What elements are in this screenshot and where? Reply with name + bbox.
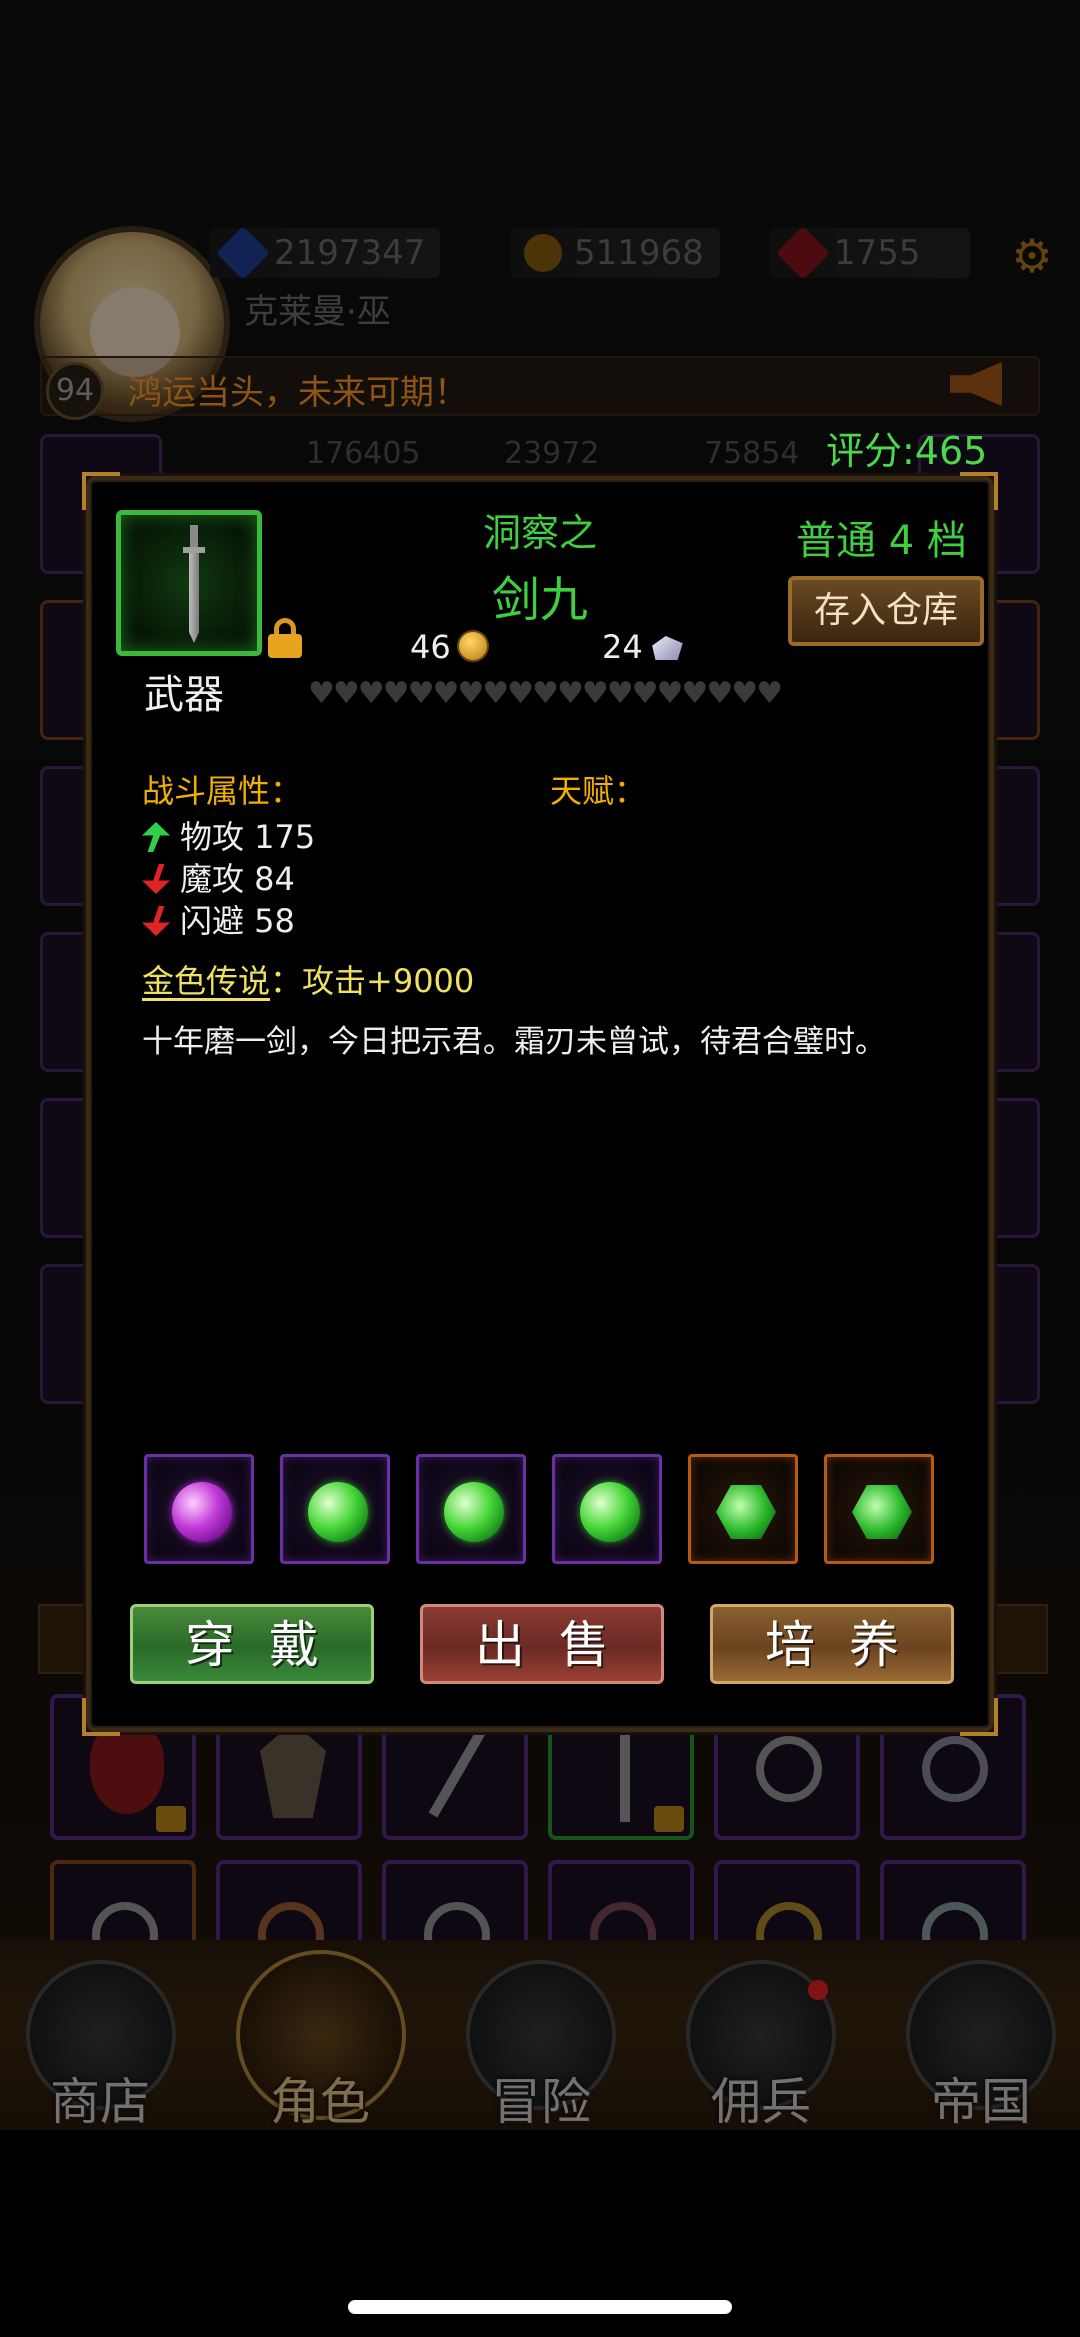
nav-mercenary-label: 佣兵 bbox=[711, 2073, 811, 2131]
emblem-icon bbox=[90, 1724, 164, 1814]
ring-icon bbox=[922, 1736, 988, 1802]
red-gem-icon bbox=[776, 226, 830, 280]
arrow-down-icon bbox=[142, 906, 170, 936]
nav-adventure-label: 冒险 bbox=[491, 2073, 591, 2131]
stat-value: 176405 bbox=[306, 436, 421, 471]
ore-cost: 24 bbox=[602, 628, 683, 666]
gem-slot[interactable] bbox=[280, 1454, 390, 1564]
currency-blue-gem[interactable]: 2197347 bbox=[210, 226, 440, 280]
heart-icons: ♥♥♥♥♥♥♥♥♥♥♥♥♥♥♥♥♥♥♥ bbox=[308, 676, 783, 711]
home-indicator[interactable] bbox=[348, 2300, 732, 2314]
ore-icon bbox=[652, 636, 683, 660]
stat-value: 23972 bbox=[504, 436, 600, 471]
notification-dot bbox=[808, 1980, 828, 2000]
item-detail-dialog: 武器 洞察之 剑九 普通 4 档 存入仓库 46 24 ♥♥♥♥♥♥♥♥♥♥♥♥… bbox=[82, 472, 998, 1736]
green-gem-icon bbox=[308, 1482, 368, 1542]
green-hex-gem-icon bbox=[716, 1485, 776, 1539]
stat-label: 物攻 175 bbox=[180, 818, 316, 856]
gem-slot[interactable] bbox=[552, 1454, 662, 1564]
item-prefix: 洞察之 bbox=[482, 511, 597, 555]
arrow-up-icon bbox=[142, 822, 170, 852]
nav-shop-label: 商店 bbox=[50, 2073, 150, 2131]
arrow-down-icon bbox=[142, 864, 170, 894]
gear-icon[interactable]: ⚙ bbox=[1008, 232, 1056, 280]
legend-title-link[interactable]: 金色传说 bbox=[142, 962, 270, 1000]
score-text: 评分:465 bbox=[826, 429, 988, 473]
gem-slot[interactable] bbox=[416, 1454, 526, 1564]
gem-slot[interactable] bbox=[824, 1454, 934, 1564]
train-button[interactable]: 培养 bbox=[710, 1604, 954, 1684]
gold-coin-icon bbox=[524, 234, 562, 272]
nav-character-label: 角色 bbox=[270, 2073, 370, 2131]
currency-value: 2197347 bbox=[274, 233, 426, 273]
player-name: 克莱曼·巫 bbox=[244, 292, 391, 332]
sword-icon bbox=[620, 1718, 630, 1822]
sword-icon bbox=[183, 525, 205, 645]
item-grade: 普通 4 档 bbox=[796, 518, 967, 564]
amulet-icon bbox=[260, 1722, 326, 1818]
gold-cost-value: 46 bbox=[410, 628, 451, 666]
lock-icon bbox=[654, 1806, 684, 1832]
stat-label: 魔攻 84 bbox=[180, 860, 295, 898]
lock-icon bbox=[156, 1806, 186, 1832]
wear-button[interactable]: 穿戴 bbox=[130, 1604, 374, 1684]
dialog-corner bbox=[82, 1698, 120, 1736]
item-name: 剑九 bbox=[491, 572, 588, 628]
stat-dodge: 闪避 58 bbox=[142, 896, 295, 942]
currency-gold[interactable]: 511968 bbox=[510, 228, 720, 278]
sword-icon bbox=[428, 1722, 490, 1818]
dialog-corner bbox=[960, 1698, 998, 1736]
stat-physical-attack: 物攻 175 bbox=[142, 812, 315, 858]
green-gem-icon bbox=[580, 1482, 640, 1542]
gem-slot[interactable] bbox=[144, 1454, 254, 1564]
dialog-corner bbox=[82, 472, 120, 510]
store-to-warehouse-button[interactable]: 存入仓库 bbox=[788, 576, 984, 646]
gold-coin-icon bbox=[456, 630, 489, 662]
currency-red-gem[interactable]: 1755 bbox=[770, 226, 970, 280]
stat-magic-attack: 魔攻 84 bbox=[142, 854, 295, 900]
combat-attributes-label: 战斗属性： bbox=[142, 772, 303, 810]
sell-button[interactable]: 出售 bbox=[420, 1604, 664, 1684]
legend-text: ：攻击+9000 bbox=[270, 962, 475, 1000]
stat-label: 闪避 58 bbox=[180, 902, 295, 940]
motto-text: 鸿运当头，未来可期！ bbox=[128, 373, 468, 413]
item-type: 武器 bbox=[144, 672, 224, 718]
blue-gem-icon bbox=[216, 226, 270, 280]
lock-icon[interactable] bbox=[268, 618, 302, 658]
gem-slot[interactable] bbox=[688, 1454, 798, 1564]
ring-icon bbox=[756, 1736, 822, 1802]
purple-gem-icon bbox=[172, 1482, 232, 1542]
ore-cost-value: 24 bbox=[602, 628, 643, 666]
talent-label: 天赋： bbox=[550, 772, 647, 810]
nav-empire-label: 帝国 bbox=[931, 2073, 1031, 2131]
green-hex-gem-icon bbox=[852, 1485, 912, 1539]
item-icon-frame bbox=[116, 510, 262, 656]
level-badge: 94 bbox=[46, 362, 104, 420]
gold-cost: 46 bbox=[410, 628, 489, 666]
dialog-corner bbox=[960, 472, 998, 510]
stat-value: 75854 bbox=[704, 436, 800, 471]
green-gem-icon bbox=[444, 1482, 504, 1542]
currency-value: 511968 bbox=[574, 233, 704, 273]
flavor-text: 十年磨一剑，今日把示君。霜刃未曾试，待君合璧时。 bbox=[142, 1024, 886, 1060]
currency-value: 1755 bbox=[834, 233, 921, 273]
legend-effect: 金色传说：攻击+9000 bbox=[142, 956, 474, 1002]
